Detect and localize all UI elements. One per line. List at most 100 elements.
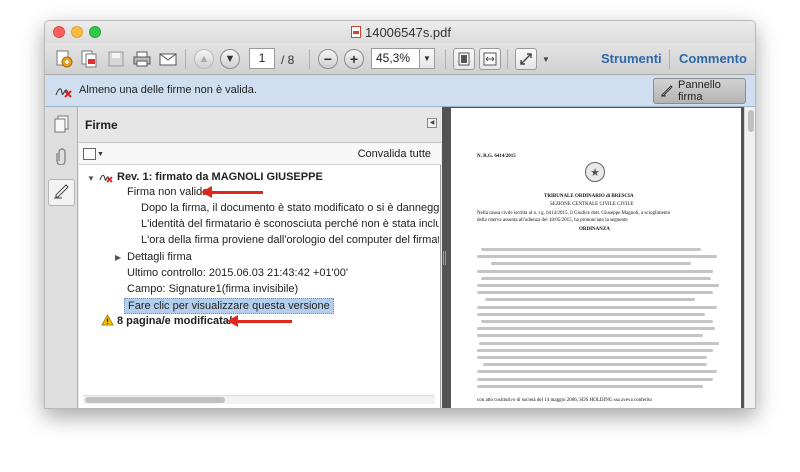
collapse-panel-button[interactable]: ◀ bbox=[427, 118, 437, 128]
validate-all-button[interactable]: Convalida tutte bbox=[358, 148, 431, 160]
blurred-text-line bbox=[477, 312, 705, 316]
warning-icon bbox=[101, 313, 114, 329]
zoom-out-button[interactable]: − bbox=[317, 48, 339, 70]
blurred-text-line bbox=[477, 327, 715, 331]
signature-panel-label: Pannello firma bbox=[678, 79, 721, 103]
detail-modified: Dopo la firma, il documento è stato modi… bbox=[141, 202, 439, 214]
doc-rg: N. R.G. 6414/2015 bbox=[477, 154, 516, 159]
scroll-thumb[interactable] bbox=[748, 110, 754, 132]
zoom-dropdown-button[interactable]: ▼ bbox=[419, 48, 435, 69]
blurred-text-line bbox=[477, 284, 719, 287]
chevron-left-icon: ◀ bbox=[429, 120, 435, 126]
signature-message-bar: Almeno una delle firme non è valida. Pan… bbox=[45, 75, 755, 107]
options-menu-button[interactable]: ▼ bbox=[83, 147, 105, 161]
blurred-text-line bbox=[491, 262, 691, 266]
panel-horizontal-scrollbar[interactable] bbox=[83, 395, 435, 404]
blurred-text-line bbox=[477, 377, 713, 381]
panel-options-bar: ▼ Convalida tutte bbox=[79, 143, 441, 165]
title-bar: 14006547s.pdf bbox=[45, 21, 755, 43]
signature-details-node[interactable]: Dettagli firma bbox=[127, 251, 192, 263]
collapsed-triangle-icon[interactable]: ▶ bbox=[115, 253, 121, 262]
detail-identity: L'identità del firmatario è sconosciuta … bbox=[141, 218, 439, 230]
blurred-text-line bbox=[477, 305, 717, 309]
red-arrow-annotation bbox=[201, 186, 263, 198]
doc-bottom-line-end: , SDS HOLDING ssa aveva conferito bbox=[576, 398, 652, 403]
blurred-text-line bbox=[481, 276, 711, 280]
full-screen-button[interactable] bbox=[515, 48, 537, 70]
save-icon[interactable] bbox=[105, 48, 127, 70]
toolbar-separator bbox=[445, 49, 446, 69]
red-arrow-annotation bbox=[227, 315, 292, 327]
invalid-signature-label[interactable]: Firma non valida: bbox=[127, 186, 211, 198]
panel-title: Firme bbox=[85, 118, 118, 132]
modified-pages-text[interactable]: 8 pagina/e modificata/e bbox=[117, 315, 238, 327]
blurred-text-line bbox=[477, 370, 717, 374]
document-vertical-scrollbar[interactable] bbox=[744, 107, 755, 408]
signatures-button[interactable] bbox=[48, 179, 75, 206]
attachments-button[interactable] bbox=[48, 145, 75, 172]
arrow-up-icon: ▲ bbox=[194, 49, 214, 69]
splitter-handle[interactable] bbox=[443, 251, 446, 265]
doc-intro-line2: della riserva assunta all'udienza del 18… bbox=[477, 218, 628, 223]
detail-time: L'ora della firma proviene dall'orologio… bbox=[141, 234, 439, 246]
pdf-page: N. R.G. 6414/2015 ★ TRIBUNALE ORDINARIO … bbox=[451, 108, 741, 408]
chevron-down-icon: ▼ bbox=[97, 150, 104, 158]
paperclip-icon bbox=[55, 147, 69, 170]
pdf-file-icon bbox=[350, 26, 361, 38]
chevron-down-icon: ▼ bbox=[423, 54, 431, 63]
combine-files-icon[interactable] bbox=[79, 48, 101, 70]
zoom-in-icon: + bbox=[344, 49, 364, 69]
view-version-link[interactable]: Fare clic per visualizzare questa versio… bbox=[124, 298, 334, 314]
fit-page-button[interactable] bbox=[453, 48, 475, 70]
window-title: 14006547s.pdf bbox=[45, 25, 755, 40]
toolbar-separator bbox=[309, 49, 310, 69]
email-icon[interactable] bbox=[157, 48, 179, 70]
zoom-out-icon: − bbox=[318, 49, 338, 69]
options-icon bbox=[83, 148, 96, 160]
signature-pen-icon bbox=[53, 181, 71, 204]
toolbar-separator bbox=[185, 49, 186, 69]
toolbar-separator bbox=[669, 49, 670, 69]
invalid-signature-icon bbox=[99, 170, 113, 187]
pages-icon bbox=[54, 115, 70, 138]
doc-intro-line1: Nella causa civile iscritta al n. r.g. 6… bbox=[477, 211, 671, 216]
previous-page-button[interactable]: ▲ bbox=[193, 48, 215, 70]
navigation-rail bbox=[45, 107, 78, 408]
signature-panel-button[interactable]: Pannello firma bbox=[653, 78, 746, 104]
revision-node[interactable]: Rev. 1: firmato da MAGNOLI GIUSEPPE bbox=[117, 171, 323, 183]
more-tools-dropdown[interactable]: ▼ bbox=[539, 48, 553, 70]
invalid-signature-icon bbox=[55, 83, 73, 99]
expand-triangle-icon[interactable]: ▼ bbox=[87, 174, 95, 183]
fit-width-button[interactable] bbox=[479, 48, 501, 70]
signature-status-message: Almeno una delle firme non è valida. bbox=[79, 84, 257, 96]
blurred-text-line bbox=[477, 334, 703, 338]
page-number-input[interactable]: 1 bbox=[249, 48, 275, 69]
page-thumbnails-button[interactable] bbox=[48, 113, 75, 140]
acrobat-window: 14006547s.pdf ▲ ▼ 1 / 8 − + 45,3% ▼ ▼ St… bbox=[44, 20, 756, 409]
signature-pen-icon bbox=[660, 83, 674, 100]
print-icon[interactable] bbox=[131, 48, 153, 70]
field-text: Campo: Signature1(firma invisibile) bbox=[127, 283, 299, 295]
scroll-thumb[interactable] bbox=[85, 397, 225, 403]
signature-tree: ▼ Rev. 1: firmato da MAGNOLI GIUSEPPE Fi… bbox=[79, 165, 439, 393]
next-page-button[interactable]: ▼ bbox=[219, 48, 241, 70]
blurred-text-line bbox=[477, 291, 713, 295]
blurred-text-line bbox=[477, 356, 707, 359]
create-pdf-icon[interactable] bbox=[53, 48, 75, 70]
toolbar-separator bbox=[507, 49, 508, 69]
tools-tab[interactable]: Strumenti bbox=[601, 51, 662, 66]
main-toolbar: ▲ ▼ 1 / 8 − + 45,3% ▼ ▼ Strumenti Commen… bbox=[45, 43, 755, 75]
blurred-text-line bbox=[485, 298, 695, 302]
window-title-text: 14006547s.pdf bbox=[364, 25, 452, 40]
doc-heading: ORDINANZA bbox=[579, 227, 610, 232]
zoom-in-button[interactable]: + bbox=[343, 48, 365, 70]
last-check-text: Ultimo controllo: 2015.06.03 21:43:42 +0… bbox=[127, 267, 348, 279]
doc-bottom-line-start: con atto costitutivo di società del 14 m… bbox=[477, 398, 577, 403]
page-total: / 8 bbox=[281, 53, 295, 67]
doc-court: TRIBUNALE ORDINARIO di BRESCIA bbox=[544, 194, 634, 199]
chevron-down-icon: ▼ bbox=[542, 54, 550, 64]
comment-tab[interactable]: Commento bbox=[679, 51, 747, 66]
blurred-text-line bbox=[477, 384, 703, 388]
arrow-down-icon: ▼ bbox=[220, 49, 240, 69]
blurred-text-line bbox=[481, 248, 701, 251]
